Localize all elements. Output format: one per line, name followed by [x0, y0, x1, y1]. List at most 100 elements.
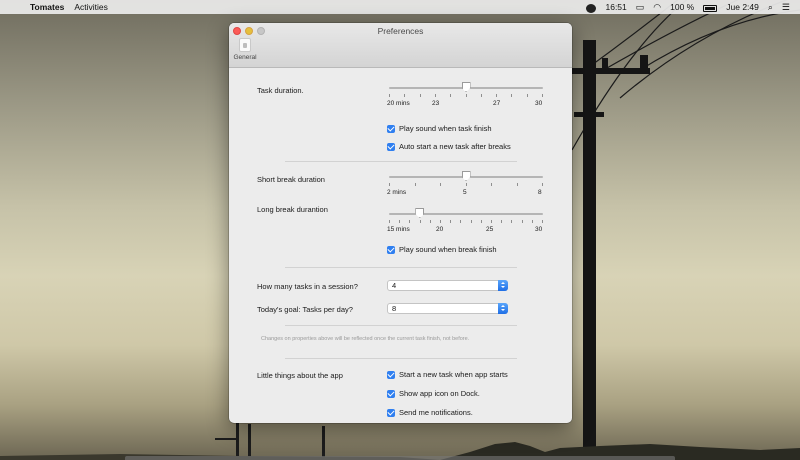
preferences-content: Task duration. 20 mins 23 27 30 Play sou… [229, 69, 572, 423]
long-break-tick-label: 15 mins [387, 226, 410, 233]
battery-icon[interactable] [703, 4, 718, 12]
send-notifications-label: Send me notifications. [399, 408, 473, 417]
menu-date-time[interactable]: Jue 2:49 [726, 2, 759, 12]
slider-tick-mark [429, 220, 431, 223]
start-task-on-launch-label: Start a new task when app starts [399, 370, 508, 379]
slider-tick-mark [465, 94, 467, 97]
daily-goal-value: 8 [392, 304, 397, 313]
slider-tick-mark [542, 183, 543, 186]
slider-tick-mark [516, 183, 518, 186]
tasks-in-session-select[interactable]: 4 [387, 280, 508, 291]
menu-activities[interactable]: Activities [74, 2, 108, 12]
slider-tick-mark [399, 220, 401, 223]
slider-tick-mark [542, 220, 543, 223]
checkbox-checked-icon [387, 370, 395, 379]
slider-tick-mark [465, 183, 467, 186]
play-sound-task-label: Play sound when task finish [399, 124, 492, 133]
slider-tick-mark [511, 94, 513, 97]
slider-tick-mark [440, 220, 441, 223]
task-duration-tick-label: 20 mins [387, 100, 410, 107]
tomato-icon[interactable] [586, 3, 597, 13]
slider-tick-mark [460, 220, 462, 223]
show-dock-icon-label: Show app icon on Dock. [399, 389, 480, 398]
slider-tick-mark [480, 220, 482, 223]
slider-tick-mark [480, 94, 482, 97]
task-duration-thumb[interactable] [461, 82, 471, 92]
slider-tick-mark [450, 220, 452, 223]
slider-tick-mark [491, 183, 492, 186]
daily-goal-select[interactable]: 8 [387, 303, 508, 314]
short-break-thumb[interactable] [461, 171, 471, 181]
slider-tick-mark [501, 220, 503, 223]
checkbox-checked-icon [387, 245, 395, 254]
checkbox-checked-icon [387, 389, 395, 398]
play-sound-task-checkbox[interactable]: Play sound when task finish [387, 124, 492, 133]
menu-clock-short[interactable]: 16:51 [605, 2, 626, 12]
task-duration-tick-label: 30 [535, 100, 543, 107]
tasks-in-session-value: 4 [392, 281, 397, 290]
start-task-on-launch-checkbox[interactable]: Start a new task when app starts [387, 370, 508, 379]
slider-tick-mark [542, 94, 543, 97]
send-notifications-checkbox[interactable]: Send me notifications. [387, 408, 473, 417]
short-break-tick-label: 2 mins [387, 189, 407, 196]
long-break-track [389, 213, 543, 215]
wifi-icon[interactable]: ◠ [653, 0, 661, 14]
slider-tick-mark [521, 220, 523, 223]
preferences-window: Preferences General Task duration. 20 mi… [229, 23, 572, 423]
separator [285, 161, 517, 162]
short-break-ticks [389, 183, 543, 187]
slider-tick-mark [409, 220, 411, 223]
long-break-label: Long break durantion [257, 205, 328, 214]
short-break-tick-label: 5 [463, 189, 467, 196]
play-sound-break-label: Play sound when break finish [399, 245, 497, 254]
slider-tick-mark [440, 183, 441, 186]
window-title: Preferences [377, 26, 424, 36]
long-break-tick-label: 20 [436, 226, 444, 233]
separator [285, 267, 517, 268]
slider-tick-mark [434, 94, 436, 97]
tasks-in-session-label: How many tasks in a session? [257, 282, 358, 291]
select-arrows-icon [498, 303, 508, 314]
long-break-tick-label: 30 [535, 226, 543, 233]
checkbox-checked-icon [387, 142, 395, 151]
window-titlebar: Preferences General [229, 23, 572, 68]
slider-tick-mark [496, 94, 498, 97]
auto-start-label: Auto start a new task after breaks [399, 142, 511, 151]
slider-tick-mark [419, 94, 421, 97]
tab-general[interactable]: General [232, 38, 258, 61]
slider-tick-mark [491, 220, 492, 223]
slider-tick-mark [414, 183, 416, 186]
dock-edge [125, 456, 675, 460]
menu-app-name[interactable]: Tomates [30, 2, 64, 12]
long-break-thumb[interactable] [415, 208, 425, 218]
checkbox-checked-icon [387, 408, 395, 417]
slider-tick-mark [404, 94, 406, 97]
tab-general-label: General [233, 54, 257, 61]
slider-tick-mark [526, 94, 528, 97]
task-duration-tick-label: 23 [432, 100, 440, 107]
task-duration-tick-label: 27 [493, 100, 501, 107]
select-arrows-icon [498, 280, 508, 291]
slider-tick-mark [389, 220, 390, 223]
display-icon[interactable]: ▭ [636, 0, 645, 14]
separator [285, 325, 517, 326]
changes-note: Changes on properties above will be refl… [261, 336, 470, 342]
auto-start-checkbox[interactable]: Auto start a new task after breaks [387, 142, 511, 151]
battery-percent[interactable]: 100 % [670, 2, 694, 12]
slider-tick-mark [389, 94, 390, 97]
task-duration-label: Task duration. [257, 86, 304, 95]
separator [285, 358, 517, 359]
task-duration-ticks [389, 94, 543, 98]
short-break-label: Short break duration [257, 175, 325, 184]
show-dock-icon-checkbox[interactable]: Show app icon on Dock. [387, 389, 480, 398]
general-icon [239, 38, 251, 52]
list-icon[interactable]: ☰ [782, 0, 790, 14]
slider-tick-mark [511, 220, 513, 223]
play-sound-break-checkbox[interactable]: Play sound when break finish [387, 245, 497, 254]
long-break-ticks [389, 220, 543, 224]
slider-tick-mark [470, 220, 472, 223]
slider-tick-mark [531, 220, 533, 223]
long-break-tick-label: 25 [486, 226, 494, 233]
little-things-label: Little things about the app [257, 371, 343, 380]
search-icon[interactable]: ⌕ [768, 0, 773, 14]
